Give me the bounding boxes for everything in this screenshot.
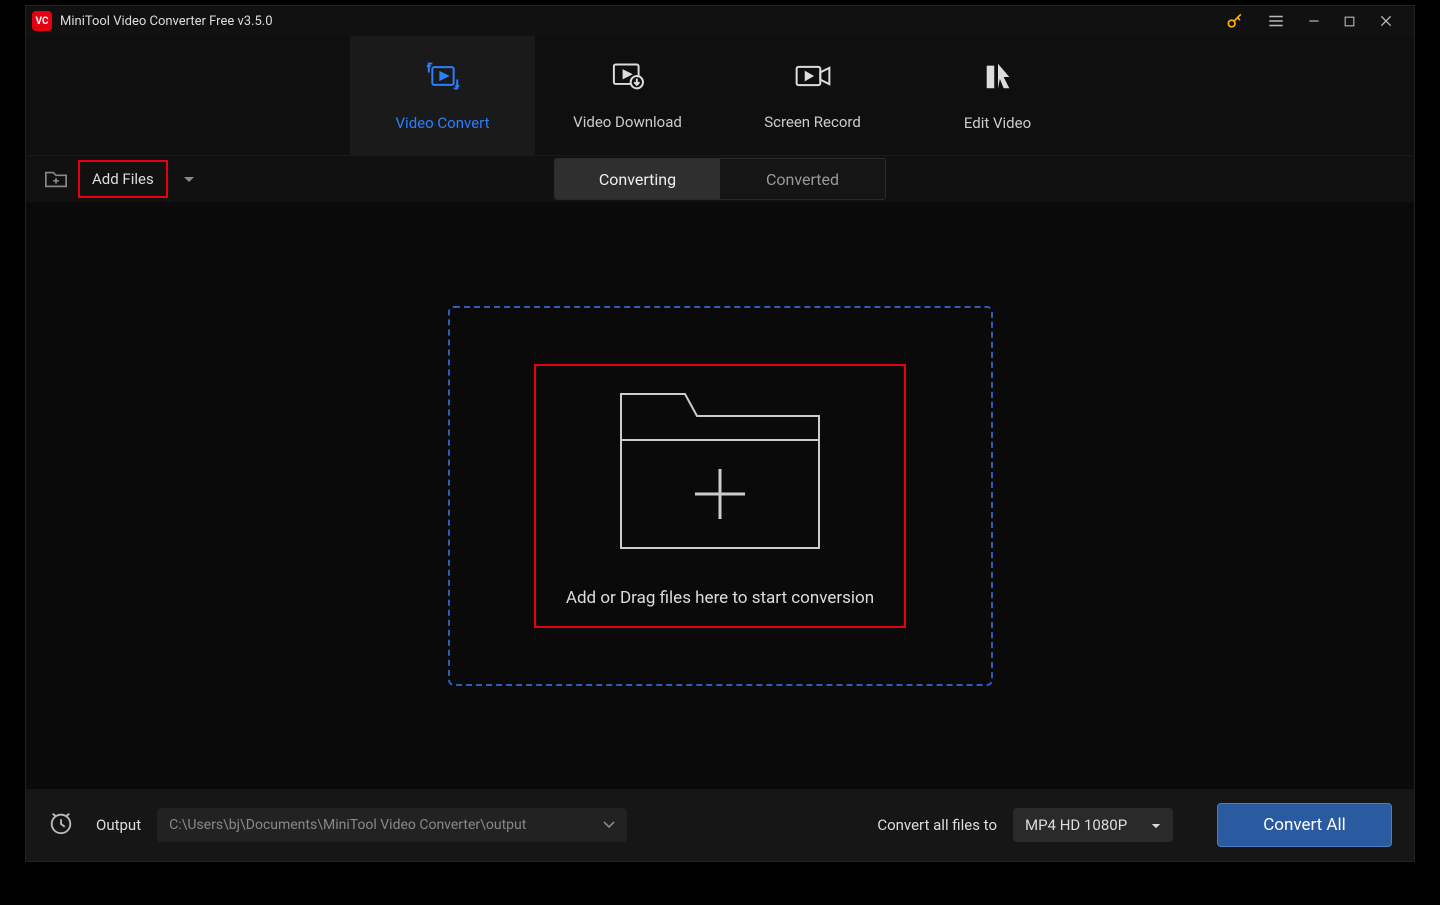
convert-all-button[interactable]: Convert All	[1217, 803, 1392, 847]
convert-icon	[425, 60, 461, 96]
folder-add-large-icon	[615, 386, 825, 560]
app-title: MiniTool Video Converter Free v3.5.0	[60, 14, 1225, 29]
bottom-bar: Output C:\Users\bj\Documents\MiniTool Vi…	[26, 789, 1414, 861]
close-icon[interactable]	[1378, 13, 1394, 29]
subtab-label: Converting	[599, 170, 676, 189]
key-icon[interactable]	[1225, 11, 1245, 31]
chevron-down-icon	[603, 817, 615, 833]
titlebar: VC MiniTool Video Converter Free v3.5.0	[26, 6, 1414, 36]
tab-video-download[interactable]: Video Download	[535, 36, 720, 155]
sub-tabs: Converting Converted	[554, 158, 886, 200]
main-nav: Video Convert Video Download	[26, 36, 1414, 156]
add-files-button[interactable]: Add Files	[78, 160, 168, 198]
main-area: Add or Drag files here to start conversi…	[26, 202, 1414, 789]
nav-tab-label: Screen Record	[764, 113, 861, 131]
chevron-down-icon	[1151, 816, 1161, 834]
nav-tab-label: Video Download	[573, 113, 682, 131]
format-value: MP4 HD 1080P	[1025, 816, 1127, 834]
tab-edit-video[interactable]: Edit Video	[905, 36, 1090, 155]
sub-toolbar: Add Files Converting Converted	[26, 156, 1414, 202]
download-icon	[610, 61, 646, 95]
format-select[interactable]: MP4 HD 1080P	[1013, 808, 1173, 842]
record-icon	[793, 61, 833, 95]
menu-icon[interactable]	[1267, 12, 1285, 30]
subtab-converted[interactable]: Converted	[720, 159, 885, 199]
output-path-select[interactable]: C:\Users\bj\Documents\MiniTool Video Con…	[157, 808, 627, 842]
nav-tab-label: Video Convert	[396, 114, 490, 132]
clock-icon[interactable]	[48, 810, 74, 840]
tab-screen-record[interactable]: Screen Record	[720, 36, 905, 155]
drop-zone-inner[interactable]: Add or Drag files here to start conversi…	[534, 364, 906, 628]
folder-plus-icon[interactable]	[44, 168, 68, 190]
subtab-label: Converted	[766, 170, 839, 189]
output-path-value: C:\Users\bj\Documents\MiniTool Video Con…	[169, 817, 526, 833]
convert-all-label: Convert all files to	[877, 816, 997, 834]
drop-zone-text: Add or Drag files here to start conversi…	[566, 588, 874, 608]
minimize-icon[interactable]	[1307, 14, 1321, 28]
edit-icon	[981, 60, 1015, 96]
subtab-converting[interactable]: Converting	[555, 159, 720, 199]
drop-zone[interactable]: Add or Drag files here to start conversi…	[448, 306, 993, 686]
output-label: Output	[96, 816, 141, 834]
convert-all-button-label: Convert All	[1263, 815, 1346, 835]
app-logo-icon: VC	[32, 11, 52, 31]
maximize-icon[interactable]	[1343, 15, 1356, 28]
add-files-dropdown-icon[interactable]	[182, 170, 196, 189]
add-files-label: Add Files	[92, 170, 154, 188]
nav-tab-label: Edit Video	[964, 114, 1031, 132]
tab-video-convert[interactable]: Video Convert	[350, 36, 535, 155]
